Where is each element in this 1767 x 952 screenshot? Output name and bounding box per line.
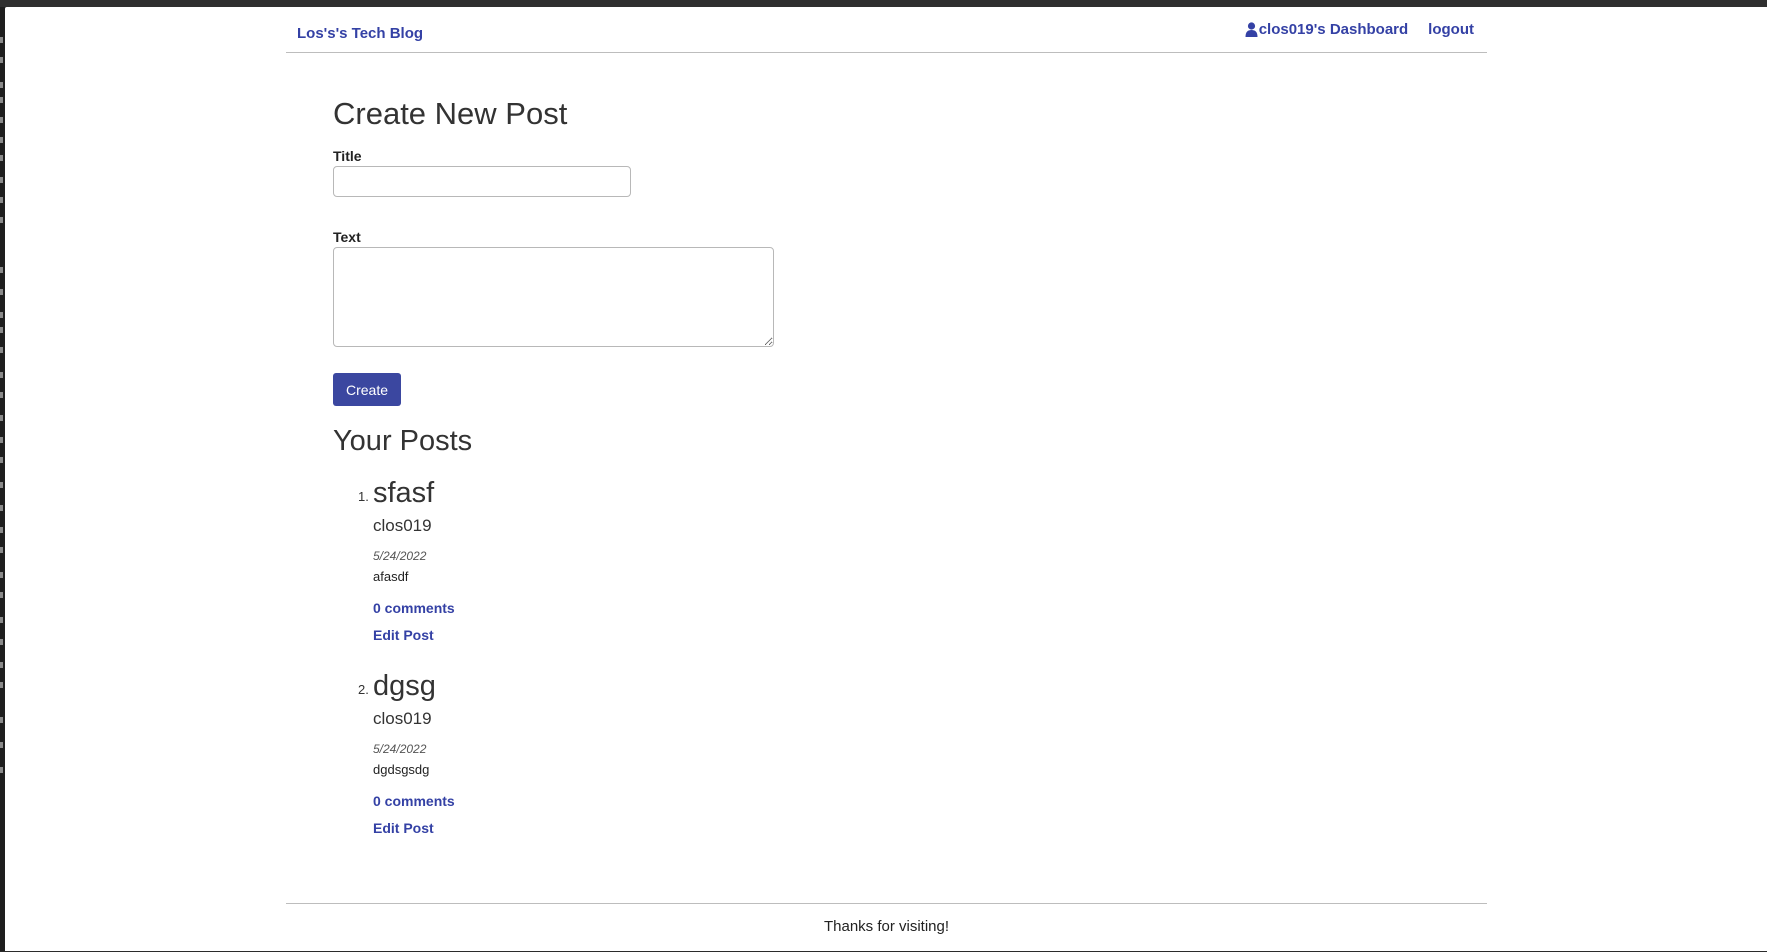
post-number: 2.: [358, 682, 369, 697]
gutter-mark: [0, 662, 3, 668]
dashboard-link[interactable]: clos019's Dashboard: [1245, 21, 1408, 38]
gutter-mark: [0, 717, 3, 723]
gutter-mark: [0, 177, 3, 183]
gutter-mark: [0, 592, 3, 598]
gutter-mark: [0, 415, 3, 421]
post-number: 1.: [358, 489, 369, 504]
post-title: sfasf: [373, 477, 435, 509]
main-content: Create New Post Title Text Create Your P…: [333, 95, 1233, 836]
gutter-mark: [0, 57, 3, 63]
gutter-mark: [0, 137, 3, 143]
post-comments-link[interactable]: 0 comments: [373, 793, 455, 809]
gutter-mark: [0, 617, 3, 623]
your-posts-heading: Your Posts: [333, 425, 473, 457]
window-top-bar: [0, 0, 1767, 7]
gutter-mark: [0, 742, 3, 748]
user-icon: [1245, 22, 1258, 37]
edit-post-link[interactable]: Edit Post: [373, 627, 434, 643]
gutter-mark: [0, 372, 3, 378]
footer: Thanks for visiting!: [286, 903, 1487, 952]
logout-link[interactable]: logout: [1428, 21, 1474, 38]
gutter-mark: [0, 547, 3, 553]
post-item: 1. sfasf clos019 5/24/2022 afasdf 0 comm…: [333, 475, 933, 660]
brand-link[interactable]: Los's's Tech Blog: [297, 25, 423, 42]
post-author: clos019: [373, 709, 432, 728]
edit-post-link[interactable]: Edit Post: [373, 820, 434, 836]
post-comments-link[interactable]: 0 comments: [373, 600, 455, 616]
footer-text: Thanks for visiting!: [823, 918, 950, 935]
gutter-mark: [0, 767, 3, 773]
gutter-mark: [0, 505, 3, 511]
gutter-mark: [0, 82, 3, 88]
gutter-mark: [0, 312, 3, 318]
gutter-mark: [0, 289, 3, 295]
text-label: Text: [333, 229, 361, 245]
gutter-mark: [0, 327, 3, 333]
post-date: 5/24/2022: [373, 742, 427, 756]
page-container: Los's's Tech Blog clos019's Dashboard lo…: [286, 7, 1487, 951]
create-post-heading: Create New Post: [333, 96, 568, 131]
gutter-mark: [0, 347, 3, 353]
dashboard-link-label: clos019's Dashboard: [1258, 21, 1409, 38]
gutter-mark: [0, 392, 3, 398]
post-date: 5/24/2022: [373, 549, 427, 563]
gutter-mark: [0, 267, 3, 273]
gutter-mark: [0, 457, 3, 463]
browser-viewport: Los's's Tech Blog clos019's Dashboard lo…: [5, 7, 1767, 951]
title-label: Title: [333, 148, 362, 164]
navbar: Los's's Tech Blog clos019's Dashboard lo…: [286, 7, 1487, 53]
title-input[interactable]: [333, 166, 631, 197]
gutter-mark: [0, 155, 3, 161]
post-body: afasdf: [373, 569, 409, 584]
post-author: clos019: [373, 516, 432, 535]
post-title: dgsg: [373, 670, 436, 702]
gutter-mark: [0, 682, 3, 688]
gutter-mark: [0, 117, 3, 123]
gutter-mark: [0, 197, 3, 203]
text-textarea[interactable]: [333, 247, 774, 347]
post-item: 2. dgsg clos019 5/24/2022 dgdsgsdg 0 com…: [333, 668, 933, 853]
gutter-mark: [0, 97, 3, 103]
gutter-mark: [0, 639, 3, 645]
gutter-mark: [0, 217, 3, 223]
post-body: dgdsgsdg: [373, 762, 430, 777]
gutter-mark: [0, 527, 3, 533]
create-button[interactable]: Create: [333, 373, 401, 406]
gutter-mark: [0, 482, 3, 488]
editor-code-marks: [0, 27, 4, 907]
nav-right: clos019's Dashboard logout: [1245, 21, 1474, 38]
gutter-mark: [0, 437, 3, 443]
gutter-mark: [0, 572, 3, 578]
gutter-mark: [0, 37, 3, 43]
